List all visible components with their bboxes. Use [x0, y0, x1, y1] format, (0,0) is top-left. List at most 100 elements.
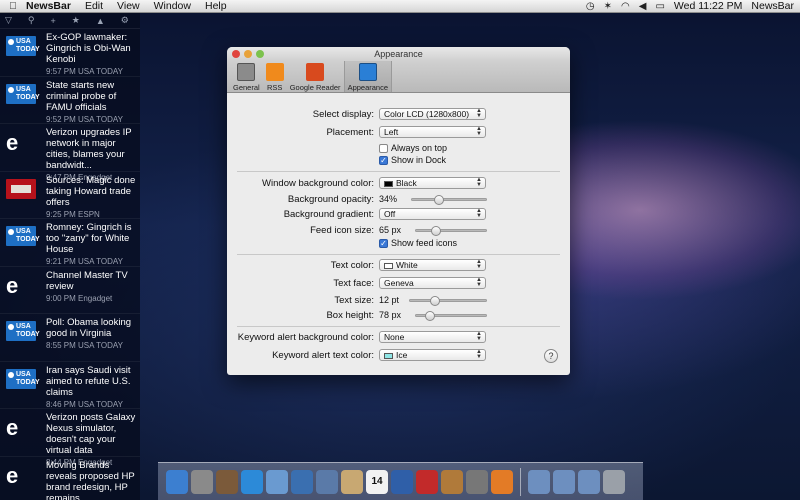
system-preferences-icon[interactable] — [466, 469, 488, 494]
feed-item[interactable]: e Verizon upgrades IP network in major ci… — [0, 124, 140, 182]
text-color-label: Text color: — [330, 260, 374, 271]
text-face-popup[interactable]: Geneva ▲ ▼ — [379, 277, 486, 289]
feed-icon-size-slider[interactable] — [415, 226, 487, 236]
feed-icon-size-value: 65 px — [379, 225, 402, 235]
mail-icon[interactable] — [266, 469, 288, 494]
launchpad-icon[interactable] — [191, 469, 213, 494]
newsbar-dock-icon[interactable] — [491, 469, 513, 494]
add-icon[interactable]: + — [51, 16, 56, 26]
feed-item[interactable]: USA TODAY Romney: Gingrich is too "zany" … — [0, 219, 140, 267]
facetime-icon[interactable] — [316, 469, 338, 494]
always-on-top-checkbox[interactable]: Always on top — [379, 143, 447, 153]
trash-icon[interactable] — [603, 469, 625, 494]
tab-appearance[interactable]: Appearance — [343, 61, 393, 92]
calendar-icon[interactable]: 14 — [366, 469, 388, 494]
gear-icon[interactable]: ⚙ — [121, 15, 129, 26]
feed-item-meta: 9:52 PM USA TODAY — [46, 114, 123, 124]
row-keyword-bg: Keyword alert background color: None ▲ ▼ — [227, 331, 570, 345]
tab-appearance-label: Appearance — [347, 83, 389, 92]
safari-icon[interactable] — [291, 469, 313, 494]
feed-item[interactable]: USA TODAY Ex-GOP lawmaker: Gingrich is Ob… — [0, 29, 140, 77]
feed-item[interactable]: e Verizon posts Galaxy Nexus simulator, d… — [0, 409, 140, 467]
feed-item[interactable]: USA TODAY Iran says Saudi visit aimed to … — [0, 362, 140, 409]
text-face-label: Text face: — [333, 278, 374, 289]
popup-arrows-icon: ▲ ▼ — [476, 277, 482, 288]
checkbox-box[interactable] — [379, 143, 388, 153]
applications-folder-icon[interactable] — [528, 469, 550, 494]
text-size-label: Text size: — [334, 295, 374, 306]
feed-item-title: State starts new criminal probe of FAMU … — [46, 79, 117, 113]
appearance-window: Appearance General RSS Google Reader App… — [227, 47, 570, 375]
menu-edit[interactable]: Edit — [85, 0, 103, 12]
feed-icon-size-knob[interactable] — [431, 226, 441, 236]
menu-help[interactable]: Help — [205, 0, 227, 12]
show-in-dock-checkbox[interactable]: ✓ Show in Dock — [379, 155, 446, 165]
volume-icon[interactable]: ◀ — [639, 1, 647, 12]
menubar-clock[interactable]: Wed 11:22 PM — [674, 0, 742, 12]
menubar-newsbar[interactable]: NewsBar — [751, 0, 794, 12]
documents-folder-icon[interactable] — [553, 469, 575, 494]
close-button[interactable] — [232, 50, 240, 58]
menu-window[interactable]: Window — [154, 0, 191, 12]
color-swatch — [384, 262, 393, 269]
finder-icon[interactable] — [166, 469, 188, 494]
feed-item-title: Iran says Saudi visit aimed to refute U.… — [46, 364, 131, 398]
zoom-button[interactable] — [256, 50, 264, 58]
app-store-icon[interactable] — [241, 469, 263, 494]
mission-control-icon[interactable] — [216, 469, 238, 494]
wifi-icon[interactable]: ◠ — [621, 1, 630, 12]
feed-item[interactable]: USA TODAY Poll: Obama looking good in Vir… — [0, 314, 140, 362]
color-swatch — [384, 352, 393, 359]
bg-opacity-slider[interactable] — [411, 195, 487, 205]
window-bg-color-popup[interactable]: Black ▲ ▼ — [379, 177, 486, 189]
downloads-folder-icon[interactable] — [578, 469, 600, 494]
address-book-icon[interactable] — [341, 469, 363, 494]
feed-item[interactable]: e Channel Master TV review 9:00 PM Engadge… — [0, 267, 140, 314]
tab-rss[interactable]: RSS — [263, 61, 287, 92]
bg-gradient-popup[interactable]: Off ▲ ▼ — [379, 208, 486, 220]
checkbox-box[interactable]: ✓ — [379, 155, 388, 165]
itunes-icon[interactable] — [391, 469, 413, 494]
keyword-bg-popup[interactable]: None ▲ ▼ — [379, 331, 486, 343]
minimize-button[interactable] — [244, 50, 252, 58]
time-machine-icon[interactable]: ◷ — [586, 1, 595, 12]
text-color-popup[interactable]: White ▲ ▼ — [379, 259, 486, 271]
select-display-popup[interactable]: Color LCD (1280x800) ▲ ▼ — [379, 108, 486, 120]
tab-general[interactable]: General — [230, 61, 263, 92]
text-size-slider[interactable] — [409, 296, 487, 306]
checkbox-box[interactable]: ✓ — [379, 238, 388, 248]
feed-item[interactable]: e Moving Brands reveals proposed HP brand… — [0, 457, 140, 500]
text-size-knob[interactable] — [429, 296, 440, 306]
menu-view[interactable]: View — [117, 0, 140, 12]
keyword-text-popup[interactable]: Ice ▲ ▼ — [379, 349, 486, 361]
help-button[interactable]: ? — [544, 349, 558, 363]
usa-today-icon: USA TODAY — [6, 36, 40, 56]
photo-booth-icon[interactable] — [416, 469, 438, 494]
iphoto-icon[interactable] — [441, 469, 463, 494]
popup-arrows-icon: ▲ ▼ — [476, 208, 482, 219]
tab-google-reader[interactable]: Google Reader — [287, 61, 344, 92]
star-icon[interactable]: ★ — [72, 15, 80, 26]
tab-rss-label: RSS — [266, 83, 283, 92]
show-feed-icons-checkbox[interactable]: ✓ Show feed icons — [379, 238, 457, 248]
box-height-knob[interactable] — [425, 311, 435, 321]
window-titlebar[interactable]: Appearance — [227, 47, 570, 61]
show-feed-icons-label: Show feed icons — [391, 238, 458, 248]
box-height-slider[interactable] — [415, 311, 487, 321]
search-icon[interactable]: ⚲ — [28, 15, 35, 26]
feed-item[interactable]: USA TODAY State starts new criminal probe… — [0, 77, 140, 124]
alert-icon[interactable]: ▲ — [96, 16, 105, 26]
menu-app-name[interactable]: NewsBar — [26, 0, 71, 12]
feed-item[interactable]: Sources: Magic done taking Howard trade … — [0, 172, 140, 219]
bg-opacity-knob[interactable] — [433, 195, 444, 205]
filter-icon[interactable]: ▽ — [5, 15, 12, 26]
feed-icon-size-label: Feed icon size: — [310, 225, 374, 236]
popup-arrows-icon: ▲ ▼ — [476, 126, 482, 137]
select-display-label: Select display: — [312, 109, 374, 120]
apple-menu-icon[interactable]:  — [0, 1, 26, 12]
battery-icon[interactable]: ▭ — [655, 1, 664, 12]
row-text-size: Text size: 12 pt — [227, 294, 570, 308]
feed-item-meta: 9:00 PM Engadget — [46, 293, 113, 303]
placement-popup[interactable]: Left ▲ ▼ — [379, 126, 486, 138]
bluetooth-icon[interactable]: ✶ — [604, 1, 612, 12]
